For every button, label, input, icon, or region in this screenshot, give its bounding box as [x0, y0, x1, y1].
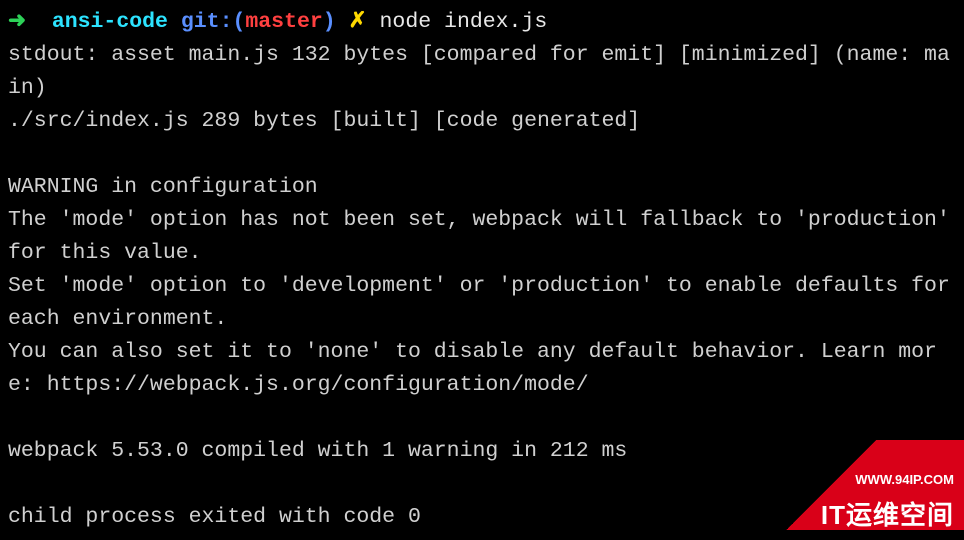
- warning-line: The 'mode' option has not been set, webp…: [8, 208, 963, 265]
- prompt-git-label: git:(: [181, 10, 246, 34]
- terminal-output[interactable]: ➜ ansi-code git:(master) ✗ node index.js…: [8, 6, 956, 534]
- warning-line: You can also set it to 'none' to disable…: [8, 340, 937, 397]
- warning-line: Set 'mode' option to 'development' or 'p…: [8, 274, 963, 331]
- prompt-dir: ansi-code: [52, 10, 168, 34]
- prompt-arrow-icon: ➜: [8, 10, 26, 34]
- compile-line: webpack 5.53.0 compiled with 1 warning i…: [8, 439, 627, 463]
- warning-header: WARNING in configuration: [8, 175, 318, 199]
- dirty-x-icon: ✗: [349, 10, 367, 34]
- exit-line: child process exited with code 0: [8, 505, 421, 529]
- prompt-git-close: ): [323, 10, 336, 34]
- prompt-branch: master: [245, 10, 322, 34]
- stdout-line: stdout: asset main.js 132 bytes [compare…: [8, 43, 950, 100]
- command-text: node index.js: [380, 10, 548, 34]
- stdout-line: ./src/index.js 289 bytes [built] [code g…: [8, 109, 640, 133]
